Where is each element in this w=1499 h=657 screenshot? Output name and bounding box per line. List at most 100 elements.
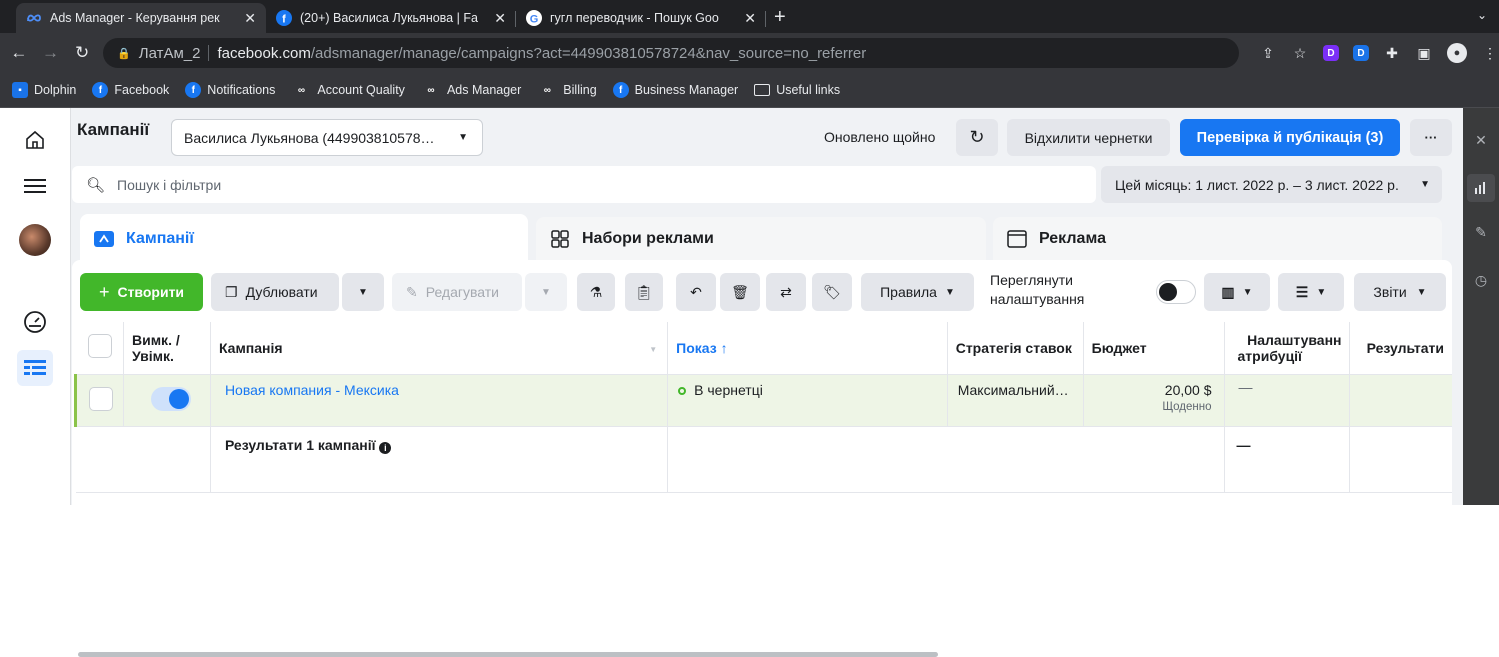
- plus-icon: +: [98, 281, 110, 302]
- forward-icon[interactable]: →: [38, 43, 64, 63]
- view-settings-toggle[interactable]: [1156, 280, 1196, 304]
- more-options-button[interactable]: ···: [1410, 119, 1452, 156]
- campaign-name-cell: Новая компания - Мексика: [210, 374, 669, 427]
- address-bar[interactable]: 🔒 ЛатАм_2 facebook.com/adsmanager/manage…: [103, 38, 1239, 68]
- discard-drafts-button[interactable]: Відхилити чернетки: [1007, 119, 1170, 156]
- kebab-menu-icon[interactable]: ⋮: [1481, 44, 1499, 62]
- bookmark-business-manager[interactable]: f Business Manager: [612, 82, 739, 98]
- star-icon[interactable]: ☆: [1291, 44, 1309, 62]
- ab-test-button[interactable]: ⚗: [577, 273, 615, 311]
- chevron-down-icon[interactable]: ⌄: [1477, 8, 1487, 22]
- row-checkbox[interactable]: [89, 386, 113, 411]
- meta-icon: ∞: [427, 84, 435, 96]
- delivery-cell: В чернетці: [667, 374, 948, 427]
- duplicate-button[interactable]: ❐ Дублювати: [211, 273, 339, 311]
- campaign-name-link[interactable]: Новая компания - Мексика: [225, 382, 399, 398]
- menu-icon[interactable]: [17, 168, 53, 204]
- avatar[interactable]: [17, 222, 53, 258]
- reports-button[interactable]: Звіти ▼: [1354, 273, 1446, 311]
- close-icon[interactable]: ✕: [244, 10, 256, 27]
- table-header-row: Вимк. / Увімк. Кампанія ▼ Показ ↑ Стратегі…: [75, 322, 1452, 375]
- tab-ad-sets[interactable]: Набори реклами: [536, 217, 986, 261]
- browser-tab-facebook[interactable]: f (20+) Василиса Лукьянова | Fa ✕: [266, 3, 516, 33]
- undo-button[interactable]: ↶: [676, 273, 716, 311]
- review-publish-button[interactable]: Перевірка й публікація (3): [1180, 119, 1400, 156]
- close-icon[interactable]: ✕: [744, 10, 756, 27]
- header-label: Показ ↑: [676, 339, 728, 356]
- bookmark-useful-links[interactable]: Useful links: [754, 83, 840, 97]
- toggle-header[interactable]: Вимк. / Увімк.: [123, 322, 211, 375]
- campaign-header[interactable]: Кампанія ▼: [210, 322, 669, 375]
- back-icon[interactable]: ←: [6, 43, 32, 63]
- share-icon[interactable]: ⇪: [1259, 44, 1277, 62]
- budget-header[interactable]: Бюджет: [1083, 322, 1225, 375]
- delete-button[interactable]: 🗑︎: [720, 273, 760, 311]
- pencil-icon[interactable]: ✎: [1471, 222, 1491, 242]
- info-icon[interactable]: i: [379, 441, 392, 454]
- tag-button[interactable]: 🏷︎: [812, 273, 852, 311]
- edit-button[interactable]: ✎ Редагувати: [392, 273, 522, 311]
- columns-icon: ▥: [1221, 283, 1235, 300]
- table-row[interactable]: Новая компания - Мексика В чернетці Макс…: [74, 374, 1452, 427]
- clipboard-button[interactable]: 📋︎: [625, 273, 663, 311]
- bookmark-dolphin[interactable]: ▪ Dolphin: [12, 82, 76, 98]
- campaign-on-off-toggle[interactable]: [150, 386, 191, 411]
- close-icon[interactable]: ✕: [1471, 130, 1491, 150]
- bookmark-billing[interactable]: ∞ Billing: [537, 82, 597, 98]
- bookmark-account-quality[interactable]: ∞ Account Quality: [291, 82, 405, 98]
- select-all-checkbox[interactable]: [87, 334, 112, 359]
- bookmark-label: Ads Manager: [446, 83, 522, 97]
- date-range-picker[interactable]: Цей місяць: 1 лист. 2022 р. – 3 лист. 20…: [1101, 166, 1442, 203]
- tab-ads[interactable]: Реклама: [993, 217, 1442, 261]
- sidepanel-icon[interactable]: ▣: [1415, 44, 1433, 62]
- bid-strategy-header[interactable]: Стратегія ставок: [947, 322, 1084, 375]
- results-header[interactable]: Результати: [1349, 322, 1452, 375]
- edit-dropdown-button[interactable]: ▼: [525, 273, 567, 311]
- history-icon[interactable]: ◷: [1471, 270, 1491, 290]
- bookmark-ads-manager[interactable]: ∞ Ads Manager: [421, 82, 521, 98]
- search-filter-bar[interactable]: 🔍︎ Пошук і фільтри: [72, 166, 1096, 203]
- ads-manager-main: Кампанії Василиса Лукьянова (44990381057…: [71, 108, 1463, 657]
- bookmark-label: Business Manager: [634, 83, 739, 97]
- reload-icon[interactable]: ↻: [69, 43, 95, 63]
- horizontal-scrollbar[interactable]: [78, 652, 938, 657]
- breakdown-button[interactable]: ☰ ▼: [1278, 273, 1344, 311]
- browser-tab-google[interactable]: G гугл переводчик - Пошук Goo ✕: [516, 3, 766, 33]
- extension-icon[interactable]: D: [1352, 45, 1369, 61]
- delivery-header[interactable]: Показ ↑: [667, 322, 948, 375]
- draft-status-icon: [678, 386, 687, 395]
- date-range-label: Цей місяць: 1 лист. 2022 р. – 3 лист. 20…: [1115, 176, 1399, 193]
- tab-separator: [765, 11, 766, 27]
- browser-tab-ads-manager[interactable]: Ads Manager - Керування рек ✕: [16, 3, 266, 33]
- close-icon[interactable]: ✕: [494, 10, 506, 27]
- meta-icon: ∞: [543, 84, 551, 96]
- dolphin-extension-icon[interactable]: D: [1322, 45, 1339, 61]
- refresh-button[interactable]: ↻: [956, 119, 998, 156]
- create-button[interactable]: + Створити: [80, 273, 203, 311]
- summary-label: Результати 1 кампанії: [224, 436, 376, 453]
- left-nav-rail: [0, 108, 71, 505]
- bookmark-notifications[interactable]: f Notifications: [185, 82, 275, 98]
- profile-avatar-icon[interactable]: ●: [1446, 43, 1467, 63]
- home-icon[interactable]: [17, 122, 53, 158]
- dashboard-gauge-icon[interactable]: [17, 304, 53, 340]
- bookmark-label: Dolphin: [34, 83, 77, 97]
- bookmark-facebook[interactable]: f Facebook: [92, 82, 169, 98]
- rules-button[interactable]: Правила ▼: [861, 273, 974, 311]
- view-settings-line2: налаштування: [990, 291, 1085, 307]
- attribution-cell: —: [1224, 374, 1351, 427]
- duplicate-dropdown-button[interactable]: ▼: [342, 273, 384, 311]
- puzzle-icon[interactable]: ✚: [1383, 44, 1401, 62]
- attribution-header[interactable]: Налаштуванн атрибуції: [1224, 322, 1351, 375]
- tab-campaigns[interactable]: Кампанії: [80, 214, 528, 264]
- budget-value: 20,00 $: [1164, 381, 1212, 398]
- new-tab-icon[interactable]: +: [774, 6, 786, 29]
- columns-button[interactable]: ▥ ▼: [1204, 273, 1270, 311]
- comment-button[interactable]: ⇄: [766, 273, 806, 311]
- account-selector[interactable]: Василиса Лукьянова (449903810578… ▼: [171, 119, 483, 156]
- header-label: атрибуції: [1237, 347, 1302, 364]
- campaigns-table-icon[interactable]: [17, 350, 53, 386]
- refresh-icon: ↻: [969, 127, 985, 147]
- caret-down-icon: ▼: [1316, 286, 1327, 298]
- bar-chart-icon[interactable]: [1467, 174, 1495, 202]
